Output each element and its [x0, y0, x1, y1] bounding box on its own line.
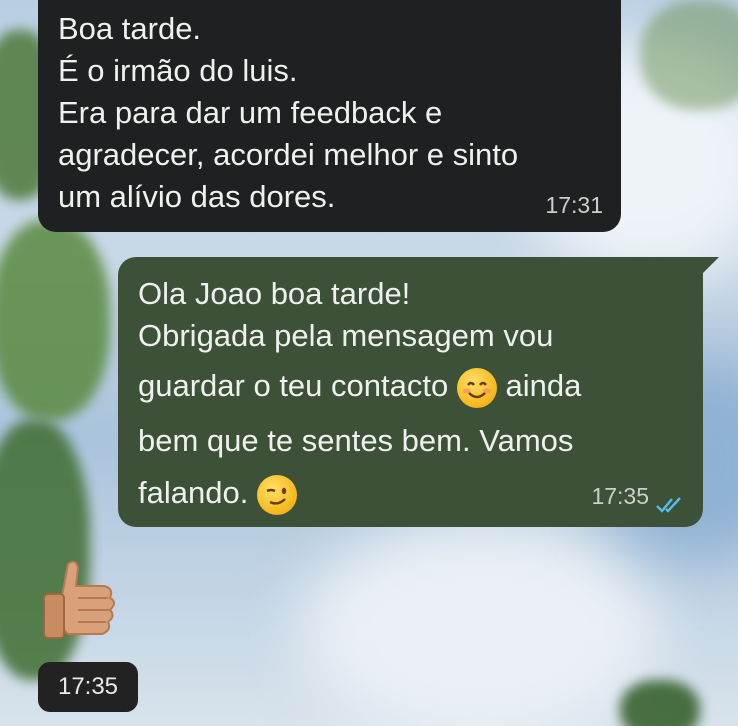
message-text-line: Obrigada pela mensagem vou — [138, 318, 554, 353]
message-text-line: agradecer, acordei melhor e sinto — [58, 137, 519, 172]
smiling-face-emoji — [456, 367, 497, 408]
message-text-line: Boa tarde. — [58, 11, 202, 46]
winking-face-emoji — [256, 474, 297, 515]
message-text-segment: guardar o teu contacto — [138, 368, 449, 403]
message-timestamp: 17:35 — [591, 483, 649, 509]
read-ticks-icon — [656, 497, 681, 513]
message-text-line: Ola Joao boa tarde! — [138, 276, 411, 311]
message-text-line: Era para dar um feedback e — [58, 95, 443, 130]
thumbs-up-emoji[interactable] — [38, 556, 122, 646]
message-text-line: guardar o teu contacto ainda — [138, 357, 683, 415]
outgoing-message-bubble[interactable]: Ola Joao boa tarde! Obrigada pela mensag… — [118, 257, 719, 527]
message-text-line: bem que te sentes bem. Vamos — [138, 423, 574, 458]
message-text-line: um alívio das dores. — [58, 179, 336, 214]
message-text-segment: ainda — [505, 368, 582, 403]
message-timestamp: 17:35 — [38, 662, 138, 712]
message-text-line: É o irmão do luis. — [58, 53, 298, 88]
bubble-tail — [703, 257, 719, 273]
message-timestamp: 17:31 — [545, 192, 603, 218]
incoming-message-bubble[interactable]: Boa tarde. É o irmão do luis. Era para d… — [38, 0, 621, 232]
message-text-segment: falando. — [138, 475, 249, 510]
